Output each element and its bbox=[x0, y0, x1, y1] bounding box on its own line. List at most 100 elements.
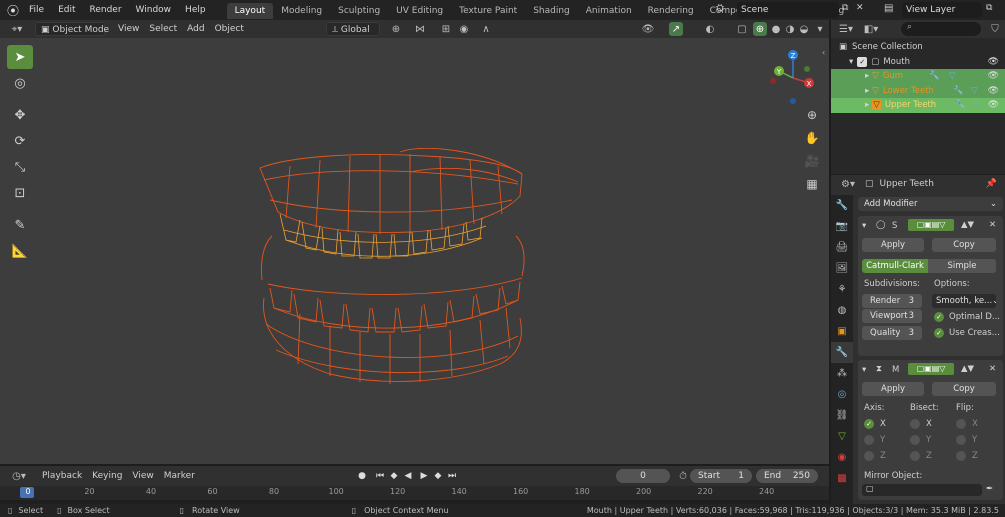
object-tab-icon[interactable]: ▣ bbox=[831, 321, 853, 342]
world-tab-icon[interactable]: ◍ bbox=[831, 300, 853, 321]
outliner-editor-icon[interactable]: ☰▾ bbox=[836, 22, 856, 36]
menu-select[interactable]: Select bbox=[144, 22, 182, 36]
scene-tab-icon[interactable]: ⚘ bbox=[831, 279, 853, 300]
visibility-eye-icon[interactable]: 👁 bbox=[988, 100, 999, 110]
play-icon[interactable]: ▶ bbox=[418, 469, 430, 483]
remove-modifier-icon[interactable]: ✕ bbox=[989, 220, 996, 230]
remove-scene-icon[interactable]: ✕ bbox=[856, 3, 868, 15]
axis-x-checkbox[interactable]: ✓ X bbox=[864, 419, 886, 429]
3d-viewport[interactable]: ➤ ◎ ✥ ⟳ ⤡ ⊡ ✎ 📐 Z X Y ⊕ ✋ 🎥 ▦ ‹ bbox=[0, 38, 829, 464]
use-crease-checkbox[interactable]: ✓ Use Creas... bbox=[934, 328, 1000, 338]
eyedropper-icon[interactable]: ✒ bbox=[986, 484, 993, 494]
view-object-types-icon[interactable]: 👁 bbox=[641, 22, 655, 36]
falloff-icon[interactable]: ∧ bbox=[479, 22, 493, 36]
annotate-tool-icon[interactable]: ✎ bbox=[7, 213, 33, 237]
outliner-row-mouth[interactable]: ▾ ✓ ▢ Mouth 👁 bbox=[831, 55, 1005, 70]
navigation-gizmo[interactable]: Z X Y bbox=[763, 43, 823, 113]
copy-button[interactable]: Copy bbox=[932, 382, 996, 396]
tab-modeling[interactable]: Modeling bbox=[273, 3, 330, 19]
cursor-tool-icon[interactable]: ◎ bbox=[7, 71, 33, 95]
menu-edit[interactable]: Edit bbox=[51, 0, 82, 20]
jump-start-icon[interactable]: ⏮ bbox=[374, 469, 386, 483]
expand-arrow-icon[interactable]: ▾ bbox=[849, 57, 853, 67]
jump-end-icon[interactable]: ⏭ bbox=[446, 469, 458, 483]
expand-arrow-icon[interactable]: ▸ bbox=[865, 71, 869, 81]
render-levels-field[interactable]: Render 3 bbox=[862, 294, 922, 308]
copy-button[interactable]: Copy bbox=[932, 238, 996, 252]
material-tab-icon[interactable]: ◉ bbox=[831, 447, 853, 468]
move-up-down-icon[interactable]: ▲▼ bbox=[961, 364, 974, 374]
overlays-icon[interactable]: ◐ bbox=[703, 22, 717, 36]
menu-view[interactable]: View bbox=[113, 22, 144, 36]
tab-layout[interactable]: Layout bbox=[226, 3, 274, 19]
include-checkbox[interactable]: ✓ bbox=[857, 56, 868, 67]
menu-render[interactable]: Render bbox=[83, 0, 129, 20]
display-mode-icon[interactable]: ◧▾ bbox=[861, 22, 881, 36]
render-tab-icon[interactable]: 📷 bbox=[831, 216, 853, 237]
view-layer-selector[interactable]: View Layer bbox=[902, 2, 982, 18]
output-tab-icon[interactable]: 🖨 bbox=[831, 237, 853, 258]
properties-editor-icon[interactable]: ⚙▾ bbox=[838, 177, 858, 191]
bisect-z-checkbox[interactable]: Z bbox=[910, 451, 932, 461]
wireframe-shading-icon[interactable]: ⊕ bbox=[753, 22, 767, 36]
expand-arrow-icon[interactable]: ▸ bbox=[865, 100, 869, 110]
uv-smooth-dropdown[interactable]: Smooth, ke... ⌄ bbox=[932, 294, 996, 308]
remove-modifier-icon[interactable]: ✕ bbox=[989, 364, 996, 374]
apply-button[interactable]: Apply bbox=[862, 238, 924, 252]
editor-type-icon[interactable]: ⌖▾ bbox=[6, 22, 28, 36]
end-frame-field[interactable]: End 250 bbox=[756, 469, 818, 483]
bisect-x-checkbox[interactable]: X bbox=[910, 419, 932, 429]
view-layer-tab-icon[interactable]: 🖼 bbox=[831, 258, 853, 279]
outliner-row-lower-teeth[interactable]: ▸ ▽ Lower Teeth 🔧 ▽ 👁 bbox=[831, 83, 1005, 98]
pan-hand-icon[interactable]: ✋ bbox=[803, 129, 821, 147]
select-box-tool-icon[interactable]: ➤ bbox=[7, 45, 33, 69]
start-frame-field[interactable]: Start 1 bbox=[690, 469, 752, 483]
scale-tool-icon[interactable]: ⤡ bbox=[7, 155, 33, 179]
new-scene-icon[interactable]: ⧉ bbox=[842, 3, 854, 15]
visibility-eye-icon[interactable]: 👁 bbox=[988, 57, 999, 67]
scene-icon[interactable]: ⛭ bbox=[716, 3, 734, 17]
timeline-ruler[interactable]: 0 20 40 60 80 100 120 140 160 180 200 220 240 bbox=[0, 486, 829, 500]
move-up-down-icon[interactable]: ▲▼ bbox=[961, 220, 974, 230]
menu-keying[interactable]: Keying bbox=[87, 469, 127, 483]
menu-add[interactable]: Add bbox=[182, 22, 209, 36]
menu-playback[interactable]: Playback bbox=[37, 469, 87, 483]
teeth-wireframe-mesh[interactable] bbox=[250, 148, 535, 388]
flip-x-checkbox[interactable]: X bbox=[956, 419, 978, 429]
modifier-name-field[interactable]: S bbox=[892, 221, 897, 231]
modifier-tab-icon[interactable]: 🔧 bbox=[831, 342, 853, 363]
menu-file[interactable]: File bbox=[22, 0, 51, 20]
particles-tab-icon[interactable]: ⁂ bbox=[831, 363, 853, 384]
mode-dropdown[interactable]: ▣ Object Mode bbox=[35, 22, 109, 36]
tool-tab-icon[interactable]: 🔧 bbox=[831, 195, 853, 216]
collapse-arrow-icon[interactable]: ▾ bbox=[862, 221, 866, 231]
xray-icon[interactable]: ▢ bbox=[735, 22, 749, 36]
rendered-shading-icon[interactable]: ◒ bbox=[797, 22, 811, 36]
modifier-visibility-toggles[interactable]: ▢▣▤▽ bbox=[908, 219, 954, 231]
material-shading-icon[interactable]: ◑ bbox=[783, 22, 797, 36]
next-keyframe-icon[interactable]: ◆ bbox=[432, 469, 444, 483]
rotate-tool-icon[interactable]: ⟳ bbox=[7, 129, 33, 153]
preview-range-icon[interactable]: ⏱ bbox=[676, 469, 690, 483]
menu-window[interactable]: Window bbox=[129, 0, 179, 20]
solid-shading-icon[interactable]: ● bbox=[769, 22, 783, 36]
menu-help[interactable]: Help bbox=[178, 0, 213, 20]
pivot-icon[interactable]: ⊕ bbox=[389, 22, 403, 36]
zoom-icon[interactable]: ⊕ bbox=[803, 106, 821, 124]
outliner-row-upper-teeth[interactable]: ▸ ▽ Upper Teeth 🔧 ▽ 👁 bbox=[831, 98, 1005, 113]
filter-icon[interactable]: ⛉ bbox=[988, 22, 1002, 36]
menu-timeline-view[interactable]: View bbox=[127, 469, 158, 483]
blender-logo-icon[interactable]: ⦿ bbox=[4, 1, 22, 19]
camera-view-icon[interactable]: 🎥 bbox=[803, 152, 821, 170]
record-icon[interactable]: ● bbox=[356, 469, 368, 483]
shading-options-icon[interactable]: ▾ bbox=[813, 22, 827, 36]
viewport-levels-field[interactable]: Viewport 3 bbox=[862, 309, 922, 323]
move-tool-icon[interactable]: ✥ bbox=[7, 103, 33, 127]
outliner-row-gum[interactable]: ▸ ▽ Gum 🔧 ▽ 👁 bbox=[831, 69, 1005, 84]
tab-texture-paint[interactable]: Texture Paint bbox=[451, 3, 525, 19]
measure-tool-icon[interactable]: 📐 bbox=[7, 239, 33, 263]
tab-sculpting[interactable]: Sculpting bbox=[330, 3, 388, 19]
simple-toggle[interactable]: Simple bbox=[928, 259, 996, 273]
flip-z-checkbox[interactable]: Z bbox=[956, 451, 978, 461]
texture-tab-icon[interactable]: ▩ bbox=[831, 468, 853, 489]
